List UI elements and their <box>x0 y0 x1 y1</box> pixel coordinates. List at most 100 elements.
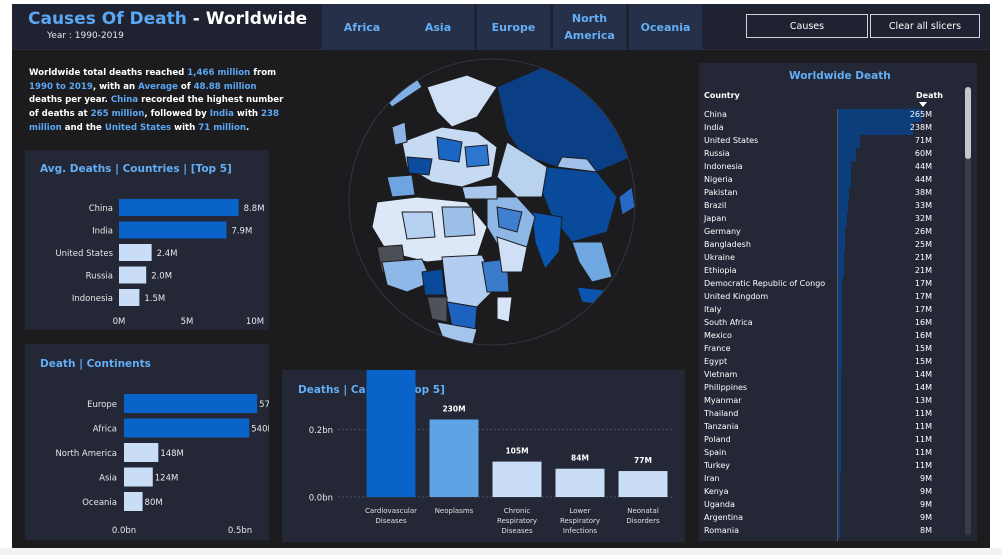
death-cell: 44M <box>914 162 932 171</box>
table-row[interactable]: Argentina 9M <box>699 512 959 525</box>
column-header-country[interactable]: Country <box>704 91 740 100</box>
table-row[interactable]: Ukraine 21M <box>699 252 959 265</box>
table-row[interactable]: Tanzania 11M <box>699 421 959 434</box>
table-row[interactable]: Thailand 11M <box>699 408 959 421</box>
country-cell: Russia <box>704 149 730 158</box>
country-cell: Indonesia <box>704 162 743 171</box>
sort-desc-icon[interactable] <box>919 102 927 107</box>
country-cell: Brazil <box>704 201 727 210</box>
table-row[interactable]: Uganda 9M <box>699 499 959 512</box>
table-row[interactable]: Italy 17M <box>699 304 959 317</box>
value-label: 1.5M <box>144 294 165 304</box>
table-row[interactable]: China 265M <box>699 109 959 122</box>
table-row[interactable]: South Africa 16M <box>699 317 959 330</box>
table-row[interactable]: Philippines 14M <box>699 382 959 395</box>
death-bar <box>837 187 850 200</box>
bar[interactable] <box>119 244 152 261</box>
table-row[interactable]: Democratic Republic of Congo 17M <box>699 278 959 291</box>
category-label: Russia <box>86 272 113 282</box>
death-bar <box>837 148 857 161</box>
scrollbar-thumb[interactable] <box>965 87 971 159</box>
death-cell: 15M <box>914 357 932 366</box>
table-row[interactable]: United States 71M <box>699 135 959 148</box>
bar[interactable] <box>124 443 159 462</box>
clear-slicers-button[interactable]: Clear all slicers <box>870 14 980 38</box>
tab-oceania[interactable]: Oceania <box>629 4 702 50</box>
table-row[interactable]: Egypt 15M <box>699 356 959 369</box>
death-cell: 32M <box>914 214 932 223</box>
bar[interactable] <box>124 467 153 487</box>
avg-deaths-chart: China 8.8M India 7.9M United States 2.4M Russi… <box>55 199 265 327</box>
table-row[interactable]: Mexico 16M <box>699 330 959 343</box>
table-row[interactable]: France 15M <box>699 343 959 356</box>
bar[interactable] <box>119 289 140 306</box>
table-scrollbar[interactable] <box>965 87 971 535</box>
category-label: China <box>89 204 113 214</box>
bar[interactable] <box>366 370 416 497</box>
tab-europe[interactable]: Europe <box>477 4 550 50</box>
value-label: 8.8M <box>244 204 265 214</box>
causes-button[interactable]: Causes <box>746 14 868 38</box>
summary-part: with <box>171 122 199 133</box>
bar[interactable] <box>492 461 542 497</box>
table-row[interactable]: Pakistan 38M <box>699 187 959 200</box>
death-cell: 265M <box>909 110 932 119</box>
bar[interactable] <box>119 266 147 284</box>
table-row[interactable]: Turkey 11M <box>699 460 959 473</box>
death-cell: 11M <box>914 409 932 418</box>
death-cell: 9M <box>920 487 932 496</box>
world-map[interactable] <box>347 47 637 352</box>
value-label: 105M <box>505 447 528 456</box>
country-cell: Democratic Republic of Congo <box>704 279 826 288</box>
country-cell: Italy <box>704 305 722 314</box>
death-cell: 11M <box>914 435 932 444</box>
table-row[interactable]: Germany 26M <box>699 226 959 239</box>
bar[interactable] <box>119 221 227 239</box>
death-bar <box>837 265 844 278</box>
bar[interactable] <box>124 492 143 511</box>
table-row[interactable]: Romania 8M <box>699 525 959 538</box>
table-row[interactable]: Bangladesh 25M <box>699 239 959 252</box>
table-row[interactable]: Japan 32M <box>699 213 959 226</box>
bar[interactable] <box>119 199 239 216</box>
table-row[interactable]: Kenya 9M <box>699 486 959 499</box>
death-cell: 21M <box>914 266 932 275</box>
x-tick-label: Lower <box>570 507 591 515</box>
tab-asia[interactable]: Asia <box>402 4 474 50</box>
bar-axis-line <box>837 109 838 541</box>
table-row[interactable]: United Kingdom 17M <box>699 291 959 304</box>
category-label: Africa <box>93 425 117 435</box>
table-row[interactable]: Nigeria 44M <box>699 174 959 187</box>
table-row[interactable]: Indonesia 44M <box>699 161 959 174</box>
bar[interactable] <box>124 418 250 438</box>
map-region <box>406 156 433 176</box>
table-row[interactable]: Vietnam 14M <box>699 369 959 382</box>
x-tick-label: Diseases <box>375 517 407 525</box>
table-row[interactable]: Poland 11M <box>699 434 959 447</box>
bar[interactable] <box>429 419 479 497</box>
bar[interactable] <box>555 468 605 497</box>
summary-part: , with an <box>92 81 139 92</box>
summary-part: of <box>177 81 194 92</box>
tab-north-america[interactable]: North America <box>553 4 626 50</box>
table-row[interactable]: Russia 60M <box>699 148 959 161</box>
x-tick-label: Neonatal <box>627 507 659 515</box>
table-row[interactable]: Myanmar 13M <box>699 395 959 408</box>
year-range: Year : 1990-2019 <box>47 31 124 41</box>
bar[interactable] <box>618 471 668 497</box>
table-row[interactable]: India 238M <box>699 122 959 135</box>
category-label: India <box>92 227 113 237</box>
value-label: 77M <box>634 456 652 465</box>
table-row[interactable]: Iran 9M <box>699 473 959 486</box>
table-row[interactable]: Ethiopia 21M <box>699 265 959 278</box>
bar[interactable] <box>124 394 258 413</box>
country-cell: South Africa <box>704 318 753 327</box>
column-header-death[interactable]: Death <box>916 91 943 100</box>
death-cell: 16M <box>914 331 932 340</box>
table-row[interactable]: Brazil 33M <box>699 200 959 213</box>
table-row[interactable]: Spain 11M <box>699 447 959 460</box>
category-label: Asia <box>99 474 117 484</box>
country-cell: Iran <box>704 474 720 483</box>
tab-africa[interactable]: Africa <box>322 4 402 50</box>
country-cell: Uganda <box>704 500 735 509</box>
